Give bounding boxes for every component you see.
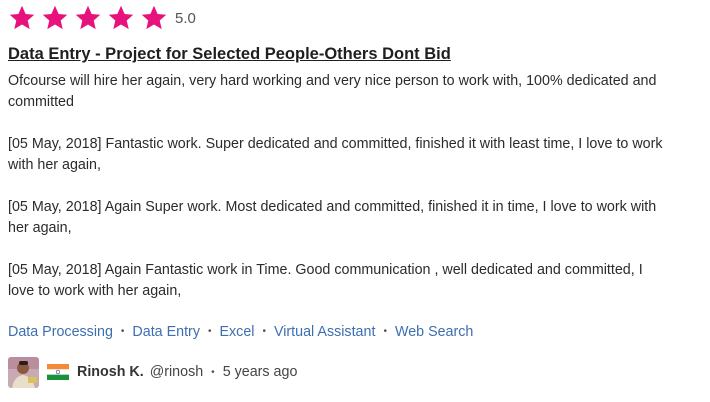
star-rating xyxy=(8,4,173,32)
rating-row: 5.0 xyxy=(8,1,698,35)
skill-link-data-entry[interactable]: Data Entry xyxy=(132,322,200,342)
reviewer-handle[interactable]: @rinosh xyxy=(150,364,203,380)
review-paragraph: [05 May, 2018] Again Super work. Most de… xyxy=(8,199,657,236)
skill-tags: Data Processing • Data Entry • Excel • V… xyxy=(8,322,698,342)
skill-link-excel[interactable]: Excel xyxy=(219,322,254,342)
review-card: 5.0 Data Entry - Project for Selected Pe… xyxy=(8,0,698,388)
star-icon xyxy=(107,4,135,32)
star-icon xyxy=(140,4,168,32)
separator-dot: • xyxy=(262,326,266,337)
project-title-link[interactable]: Data Entry - Project for Selected People… xyxy=(8,44,698,64)
review-paragraph: [05 May, 2018] Again Fantastic work in T… xyxy=(8,262,643,299)
rating-value: 5.0 xyxy=(175,9,196,27)
reviewer-name[interactable]: Rinosh K. xyxy=(77,364,144,380)
reviewer-avatar[interactable] xyxy=(8,356,39,388)
skill-link-web-search[interactable]: Web Search xyxy=(395,322,473,342)
skill-link-virtual-assistant[interactable]: Virtual Assistant xyxy=(274,322,375,342)
separator-dot: • xyxy=(383,326,387,337)
review-body: Ofcourse will hire her again, very hard … xyxy=(8,71,668,302)
star-icon xyxy=(74,4,102,32)
india-flag-icon xyxy=(47,364,69,380)
skill-link-data-processing[interactable]: Data Processing xyxy=(8,322,113,342)
separator-dot: • xyxy=(211,366,215,378)
star-icon xyxy=(8,4,36,32)
separator-dot: • xyxy=(120,326,125,337)
review-paragraph: [05 May, 2018] Fantastic work. Super ded… xyxy=(8,136,663,173)
separator-dot: • xyxy=(207,326,212,337)
reviewer-info: Rinosh K. @rinosh • 5 years ago xyxy=(8,356,698,388)
review-timestamp: 5 years ago xyxy=(222,364,298,380)
review-paragraph: Ofcourse will hire her again, very hard … xyxy=(8,73,657,110)
star-icon xyxy=(41,4,69,32)
